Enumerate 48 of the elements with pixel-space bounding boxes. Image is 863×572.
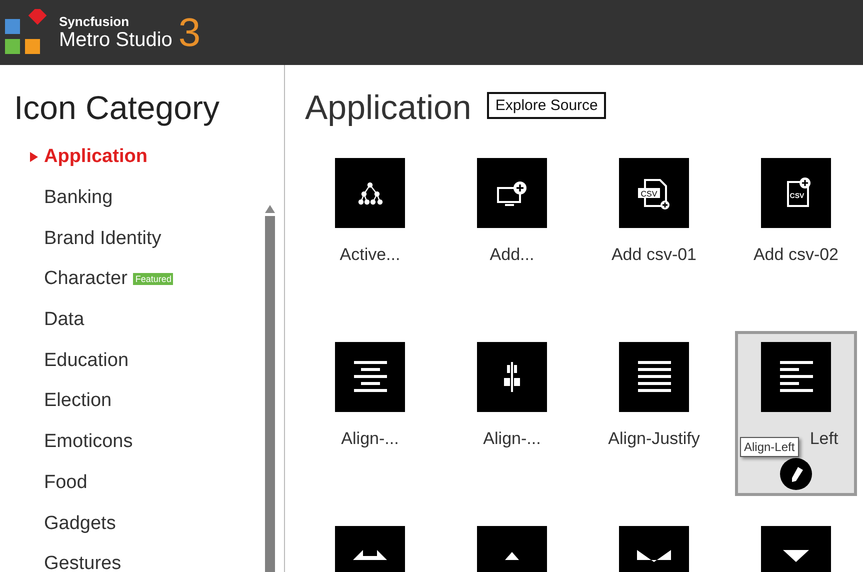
icon-tile[interactable]: Align-... [309, 331, 431, 496]
category-item[interactable]: Food [44, 472, 88, 494]
tooltip: Align-Left [740, 437, 799, 457]
icon-tile[interactable]: Add... [451, 147, 573, 312]
icon-label: Add csv-02 [753, 245, 839, 265]
icon-label: Align-Justify [608, 429, 700, 449]
version-number: 3 [178, 12, 201, 52]
selected-marker-icon [30, 152, 38, 162]
tree-diagram-icon [335, 158, 405, 228]
align-left-icon [761, 342, 831, 412]
category-item[interactable]: Emoticons [44, 431, 133, 454]
category-item[interactable]: Application [44, 146, 148, 168]
icon-tile[interactable]: Align-... [451, 331, 573, 496]
category-item[interactable]: Banking [44, 187, 113, 210]
category-item[interactable]: Brand Identity [44, 228, 162, 250]
align-center-icon [335, 342, 405, 412]
icon-tile[interactable]: Active... [309, 147, 431, 312]
category-item[interactable]: Data [44, 309, 84, 332]
category-item[interactable]: Gestures [44, 553, 122, 572]
featured-badge: Featured [133, 273, 174, 286]
file-plus-icon [638, 179, 670, 210]
scroll-up-icon[interactable] [265, 205, 275, 213]
file-plus-icon [787, 178, 810, 207]
category-item[interactable]: Character [44, 268, 128, 290]
align-vertical-icon [477, 342, 547, 412]
product-name: Metro Studio [59, 30, 172, 50]
category-item[interactable]: Election [44, 390, 112, 412]
category-item[interactable]: Gadgets [44, 512, 116, 535]
category-title: Application [305, 89, 472, 128]
brand-name: Syncfusion [59, 15, 130, 28]
icon-label: Align-... [341, 429, 399, 449]
icon-label: Add... [490, 245, 534, 265]
csv-text: CSV [640, 190, 658, 198]
explore-source-button[interactable]: Explore Source [487, 92, 606, 119]
icon-label: Align-... [483, 429, 541, 449]
icon-label: Left [810, 429, 838, 449]
icon-label: Add csv-01 [611, 245, 697, 265]
icon-tile[interactable]: Align-Left Left [735, 331, 857, 496]
icon-tile[interactable]: Align-Justify [593, 331, 715, 496]
monitor-plus-icon [477, 158, 547, 228]
icon-background [761, 158, 831, 228]
icon-label: Active... [340, 245, 400, 265]
edit-button[interactable] [780, 458, 812, 490]
icon-background [619, 158, 689, 228]
category-item[interactable]: Education [44, 350, 129, 372]
sidebar-title: Icon Category [14, 89, 220, 127]
icon-tile[interactable]: CSV Add csv-01 [593, 147, 715, 312]
align-justify-icon [619, 342, 689, 412]
